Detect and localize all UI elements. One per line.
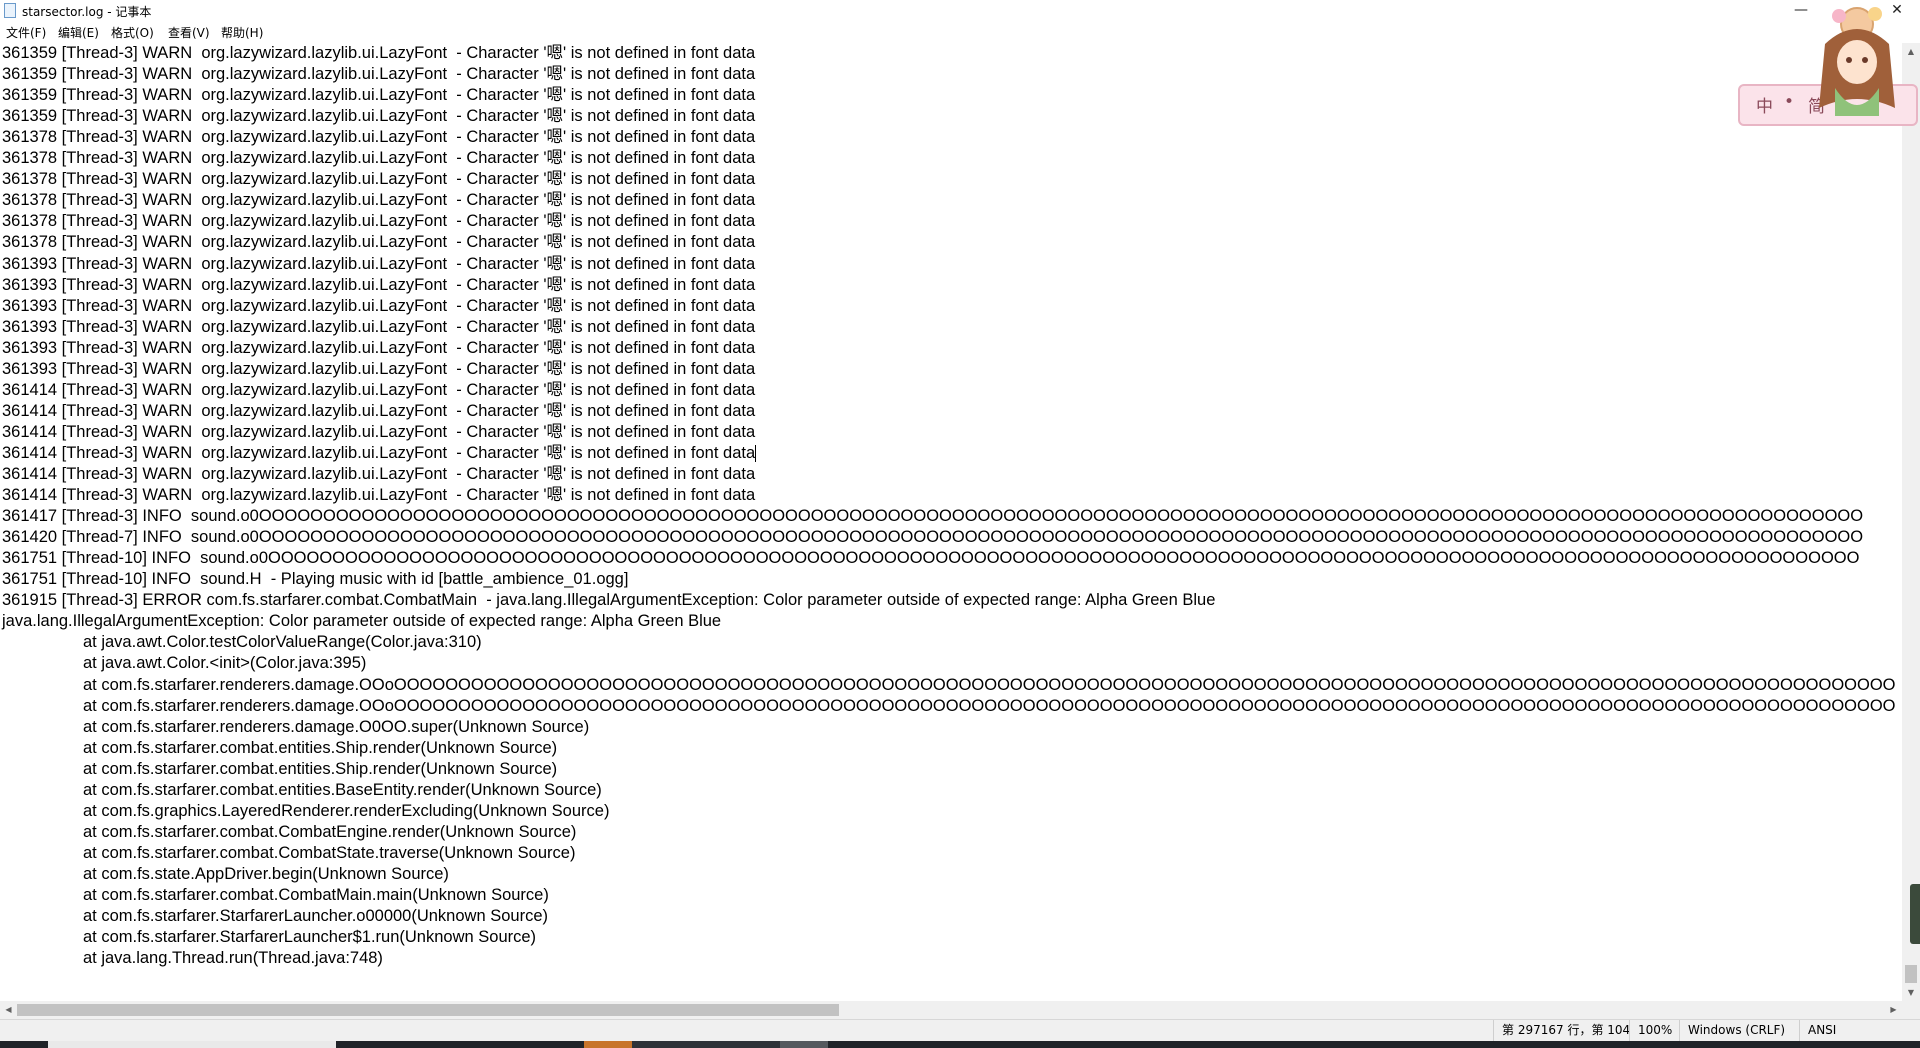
taskbar-app-button[interactable] (584, 1041, 632, 1048)
log-line: at com.fs.starfarer.combat.entities.Ship… (83, 759, 558, 778)
log-line: 361414 [Thread-3] WARN org.lazywizard.la… (2, 486, 756, 505)
vertical-scrollbar[interactable]: ▲ ▼ (1902, 43, 1920, 1001)
log-line: at com.fs.starfarer.combat.entities.Ship… (83, 738, 558, 757)
menu-view[interactable]: 查看(V) (168, 24, 210, 41)
scroll-right-arrow-icon[interactable]: ▶ (1885, 1001, 1902, 1019)
menu-help[interactable]: 帮助(H) (221, 24, 263, 41)
log-line: at com.fs.starfarer.renderers.damage.O0O… (83, 717, 590, 736)
menu-file[interactable]: 文件(F) (6, 24, 46, 41)
log-line: 361420 [Thread-7] INFO sound.o0OOOOOOOOO… (2, 528, 1864, 547)
log-line: 361378 [Thread-3] WARN org.lazywizard.la… (2, 212, 756, 231)
log-line: at com.fs.starfarer.StarfarerLauncher.o0… (83, 907, 548, 926)
menu-format[interactable]: 格式(O) (111, 24, 154, 41)
status-cursor-position: 第 297167 行，第 104 (1493, 1020, 1630, 1041)
log-line: 361414 [Thread-3] WARN org.lazywizard.la… (2, 380, 756, 399)
log-line: at com.fs.starfarer.combat.entities.Base… (83, 780, 602, 799)
log-line: 361393 [Thread-3] WARN org.lazywizard.la… (2, 254, 756, 273)
status-encoding: ANSI (1799, 1020, 1869, 1041)
taskbar-search-box[interactable] (48, 1041, 336, 1048)
ime-punctuation-mode[interactable]: • (1784, 92, 1794, 112)
window-title: starsector.log - 记事本 (22, 5, 152, 19)
log-line: 361378 [Thread-3] WARN org.lazywizard.la… (2, 233, 756, 252)
log-line: 361915 [Thread-3] ERROR com.fs.starfarer… (2, 591, 1216, 610)
vertical-scroll-thumb[interactable] (1905, 965, 1917, 983)
text-caret (755, 444, 757, 462)
taskbar-app-button[interactable] (632, 1041, 782, 1048)
log-line: at java.awt.Color.<init>(Color.java:395) (83, 654, 367, 673)
log-line: 361359 [Thread-3] WARN org.lazywizard.la… (2, 107, 756, 126)
horizontal-scrollbar[interactable]: ◀ ▶ (0, 1001, 1902, 1019)
horizontal-scroll-thumb[interactable] (17, 1004, 839, 1016)
scrollbar-corner (1902, 1001, 1920, 1019)
log-line: 361414 [Thread-3] WARN org.lazywizard.la… (2, 443, 756, 462)
taskbar-app-button[interactable] (780, 1041, 828, 1048)
log-line: 361414 [Thread-3] WARN org.lazywizard.la… (2, 401, 756, 420)
scroll-left-arrow-icon[interactable]: ◀ (0, 1001, 17, 1019)
ime-chinese-mode[interactable]: 中 (1756, 92, 1773, 117)
log-line: at java.lang.Thread.run(Thread.java:748) (83, 949, 383, 968)
menu-edit[interactable]: 编辑(E) (58, 24, 99, 41)
log-line: 361393 [Thread-3] WARN org.lazywizard.la… (2, 359, 756, 378)
notepad-icon (4, 3, 16, 18)
scroll-down-arrow-icon[interactable]: ▼ (1902, 984, 1920, 1001)
log-line: 361378 [Thread-3] WARN org.lazywizard.la… (2, 170, 756, 189)
log-line: 361417 [Thread-3] INFO sound.o0OOOOOOOOO… (2, 507, 1864, 526)
text-editor[interactable]: 361359 [Thread-3] WARN org.lazywizard.la… (0, 43, 1902, 1001)
log-line: 361359 [Thread-3] WARN org.lazywizard.la… (2, 65, 756, 84)
title-bar[interactable]: starsector.log - 记事本 — ✕ (0, 0, 1920, 22)
log-line: at com.fs.starfarer.combat.CombatMain.ma… (83, 886, 549, 904)
log-line: 361359 [Thread-3] WARN org.lazywizard.la… (2, 86, 756, 105)
log-line: 361378 [Thread-3] WARN org.lazywizard.la… (2, 149, 756, 168)
log-line: 361359 [Thread-3] WARN org.lazywizard.la… (2, 44, 756, 62)
log-line: at com.fs.starfarer.StarfarerLauncher$1.… (83, 928, 537, 947)
log-line: 361751 [Thread-10] INFO sound.H - Playin… (2, 570, 629, 589)
log-line: 361393 [Thread-3] WARN org.lazywizard.la… (2, 338, 756, 357)
menu-bar: 文件(F) 编辑(E) 格式(O) 查看(V) 帮助(H) (0, 22, 1920, 42)
log-line: java.lang.IllegalArgumentException: Colo… (2, 612, 722, 631)
log-line: at com.fs.starfarer.renderers.damage.OOo… (83, 675, 1896, 694)
log-line: at com.fs.starfarer.renderers.damage.OOo… (83, 696, 1896, 715)
log-line: 361378 [Thread-3] WARN org.lazywizard.la… (2, 191, 756, 210)
log-line: 361414 [Thread-3] WARN org.lazywizard.la… (2, 465, 756, 483)
log-line: 361393 [Thread-3] WARN org.lazywizard.la… (2, 296, 756, 315)
log-line: 361414 [Thread-3] WARN org.lazywizard.la… (2, 422, 756, 441)
status-bar: 第 297167 行，第 104 100% Windows (CRLF) ANS… (0, 1019, 1920, 1041)
log-line: at com.fs.starfarer.combat.CombatEngine.… (83, 822, 577, 841)
taskbar (0, 1041, 1920, 1048)
log-line: at java.awt.Color.testColorValueRange(Co… (83, 633, 482, 652)
log-line: 361393 [Thread-3] WARN org.lazywizard.la… (2, 317, 756, 336)
side-dock-widget[interactable] (1910, 884, 1920, 944)
log-line: 361393 [Thread-3] WARN org.lazywizard.la… (2, 275, 756, 294)
log-line: at com.fs.graphics.LayeredRenderer.rende… (83, 801, 610, 820)
log-line: at com.fs.starfarer.combat.CombatState.t… (83, 843, 576, 862)
status-line-ending: Windows (CRLF) (1679, 1020, 1809, 1041)
log-line: 361751 [Thread-10] INFO sound.o0OOOOOOOO… (2, 549, 1860, 568)
log-line: 361378 [Thread-3] WARN org.lazywizard.la… (2, 128, 756, 147)
ime-mascot-icon (1819, 7, 1895, 116)
log-line: at com.fs.state.AppDriver.begin(Unknown … (83, 864, 449, 883)
